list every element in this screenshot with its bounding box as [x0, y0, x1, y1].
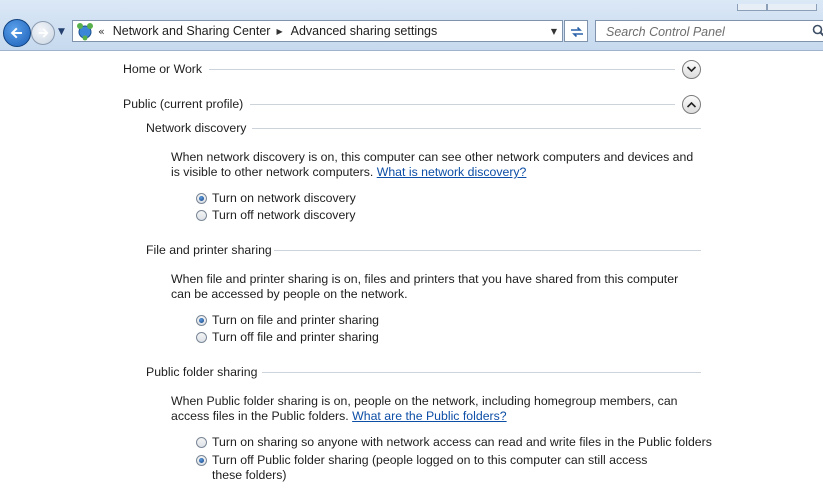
- breadcrumb-separator-icon[interactable]: ▶: [276, 27, 282, 36]
- refresh-button[interactable]: [564, 20, 588, 42]
- recent-pages-button[interactable]: ▼: [58, 27, 65, 37]
- forward-arrow-icon: [38, 28, 49, 38]
- back-button[interactable]: [3, 19, 31, 47]
- divider: [262, 372, 701, 373]
- divider: [252, 128, 701, 129]
- profile-header-home-or-work[interactable]: Home or Work: [123, 58, 202, 80]
- chevron-down-icon: ▼: [58, 27, 65, 37]
- radio-button[interactable]: [196, 437, 207, 448]
- divider: [209, 69, 675, 70]
- chevron-down-icon: [687, 66, 696, 73]
- profile-header-public[interactable]: Public (current profile): [123, 93, 243, 115]
- radio-button[interactable]: [196, 455, 207, 466]
- expand-button[interactable]: [682, 60, 701, 79]
- public-folder-sharing-description: When Public folder sharing is on, people…: [171, 394, 678, 423]
- address-bar[interactable]: « Network and Sharing Center ▶ Advanced …: [72, 20, 563, 42]
- file-printer-sharing-description: When file and printer sharing is on, fil…: [171, 272, 679, 301]
- what-are-the-public-folders-link[interactable]: What are the Public folders?: [352, 409, 506, 423]
- refresh-icon: [571, 26, 583, 38]
- forward-button[interactable]: [31, 21, 55, 45]
- radio-turn-on-public-folder-sharing[interactable]: Turn on sharing so anyone with network a…: [196, 435, 712, 450]
- profile-label: Public (current profile): [123, 97, 244, 111]
- radio-button[interactable]: [196, 315, 207, 326]
- radio-turn-off-network-discovery[interactable]: Turn off network discovery: [196, 208, 356, 223]
- profile-label: Home or Work: [123, 62, 203, 76]
- settings-content: Home or Work Public (current profile) Ne…: [0, 51, 823, 502]
- breadcrumb-network-and-sharing-center[interactable]: Network and Sharing Center: [113, 24, 271, 38]
- back-arrow-icon: [10, 27, 22, 39]
- radio-turn-on-network-discovery[interactable]: Turn on network discovery: [196, 191, 356, 206]
- search-input[interactable]: [604, 22, 808, 42]
- search-box[interactable]: [595, 20, 823, 42]
- network-icon: [75, 21, 95, 41]
- collapse-button[interactable]: [682, 95, 701, 114]
- section-title-network-discovery: Network discovery: [146, 121, 247, 135]
- section-title-public-folder-sharing: Public folder sharing: [146, 365, 258, 379]
- divider: [274, 250, 701, 251]
- radio-button[interactable]: [196, 210, 207, 221]
- breadcrumb-advanced-sharing-settings[interactable]: Advanced sharing settings: [291, 24, 438, 38]
- title-bar: ▼ « Network and Sharing Center ▶ Advance…: [0, 0, 823, 51]
- network-discovery-description: When network discovery is on, this compu…: [171, 150, 694, 179]
- radio-turn-off-public-folder-sharing[interactable]: Turn off Public folder sharing (people l…: [196, 453, 676, 483]
- window-caption-buttons[interactable]: [737, 0, 823, 11]
- breadcrumb-overflow[interactable]: «: [98, 25, 105, 38]
- divider: [250, 104, 675, 105]
- chevron-up-icon: [687, 101, 696, 108]
- radio-button[interactable]: [196, 193, 207, 204]
- radio-turn-on-file-printer-sharing[interactable]: Turn on file and printer sharing: [196, 313, 379, 328]
- section-title-file-and-printer-sharing: File and printer sharing: [146, 243, 272, 257]
- search-icon[interactable]: [812, 24, 823, 38]
- radio-button[interactable]: [196, 332, 207, 343]
- address-history-chevron-icon[interactable]: ▼: [551, 27, 557, 36]
- what-is-network-discovery-link[interactable]: What is network discovery?: [377, 165, 527, 179]
- radio-turn-off-file-printer-sharing[interactable]: Turn off file and printer sharing: [196, 330, 379, 345]
